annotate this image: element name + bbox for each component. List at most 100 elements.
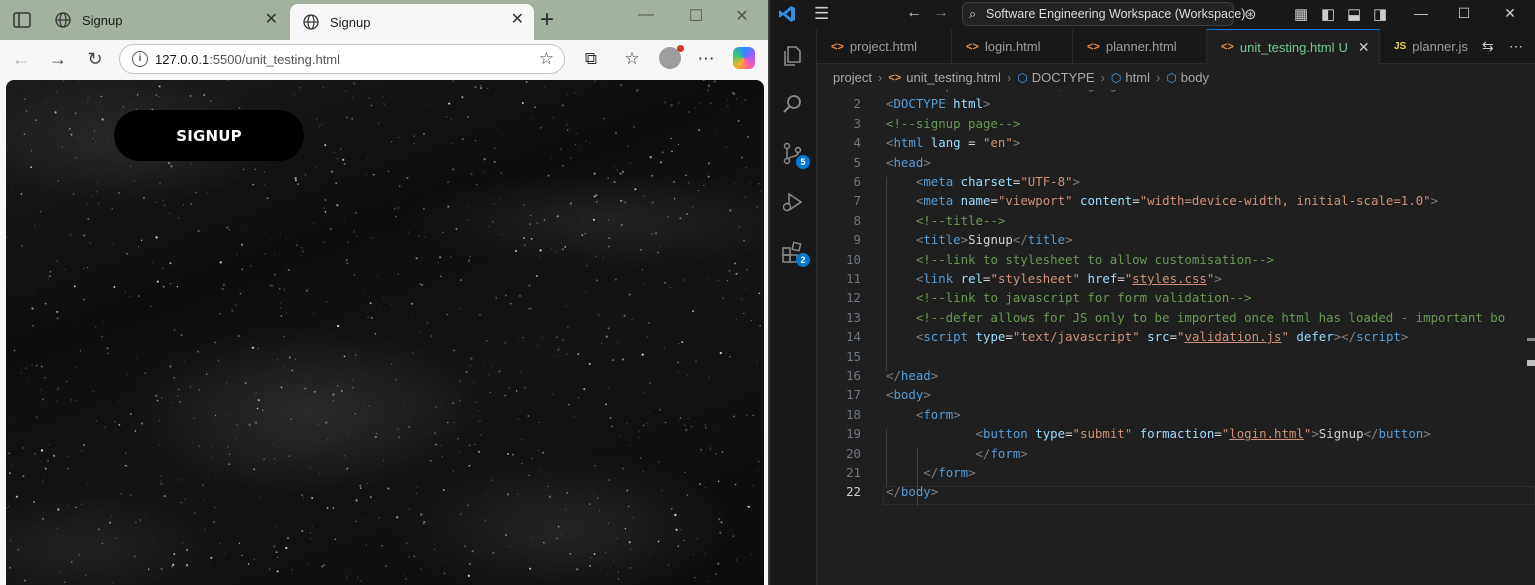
editor-tab-unit-testing[interactable]: <> unit_testing.html U ✕ — [1207, 29, 1380, 64]
code-token: Signup — [1318, 426, 1364, 442]
browser-window: Signup ✕ Signup ✕ + — ☐ ✕ ← → ↻ i 127.0.… — [0, 0, 768, 585]
code-line: <title>Signup</title> — [886, 230, 1073, 249]
code-token: </ — [886, 484, 901, 500]
code-token: html — [893, 135, 924, 151]
code-line: <body> — [886, 385, 931, 404]
url-host: 127.0.0.1 — [155, 52, 210, 67]
code-line: <!--link to javascript for form validati… — [886, 288, 1252, 307]
html-file-icon: <> — [966, 40, 979, 53]
line-number: 22 — [846, 484, 861, 500]
code-token: = — [1132, 193, 1140, 209]
code-token: title — [923, 232, 961, 248]
code-line: </head> — [886, 366, 938, 385]
back-icon[interactable]: ← — [10, 49, 32, 70]
editor-tab-planner[interactable]: <> planner.html — [1073, 29, 1207, 64]
extensions-icon[interactable]: 2 — [780, 239, 810, 267]
scrollbar-marker[interactable] — [1527, 360, 1535, 366]
more-options-icon[interactable]: ⋯ — [695, 49, 717, 69]
browser-tab-2-active[interactable]: Signup ✕ — [290, 4, 534, 40]
line-number: 18 — [846, 406, 861, 422]
search-icon[interactable] — [780, 91, 806, 117]
code-token: Signup — [968, 232, 1013, 248]
code-token: > — [1423, 426, 1431, 442]
minimize-icon[interactable]: — — [1406, 5, 1436, 21]
favorite-star-icon[interactable]: ☆ — [539, 49, 554, 69]
open-changes-icon[interactable]: ⇆ — [1482, 38, 1494, 55]
copilot-icon[interactable] — [733, 47, 755, 69]
run-debug-icon[interactable] — [780, 189, 806, 215]
globe-icon — [55, 12, 71, 28]
browser-tab-1[interactable]: Signup ✕ — [42, 4, 288, 36]
activity-bar: 5 2 — [770, 29, 817, 585]
line-number: 6 — [853, 174, 861, 189]
code-token[interactable]: styles.css — [1132, 271, 1207, 286]
code-token[interactable]: login.html — [1229, 426, 1304, 441]
breadcrumb-item[interactable]: DOCTYPE — [1032, 70, 1095, 85]
close-tab-icon[interactable]: ✕ — [1358, 39, 1370, 56]
refresh-icon[interactable]: ↻ — [84, 49, 106, 70]
forward-icon[interactable]: → — [933, 4, 949, 22]
url-text[interactable]: 127.0.0.1:5500/unit_testing.html — [155, 52, 340, 67]
code-token: link — [923, 271, 954, 286]
maximize-icon[interactable]: ☐ — [681, 6, 711, 26]
close-window-icon[interactable]: ✕ — [1495, 5, 1525, 22]
command-center[interactable]: ⌕ Software Engineering Workspace (Worksp… — [962, 2, 1245, 26]
new-tab-icon[interactable]: + — [540, 6, 554, 34]
copilot-chat-icon[interactable]: ⊛ — [1244, 5, 1257, 23]
code-line: </form> — [886, 444, 1028, 463]
minimize-icon[interactable]: — — [631, 6, 661, 24]
extensions-icon[interactable]: ⧉ — [580, 49, 602, 69]
chevron-right-icon: › — [1155, 70, 1161, 85]
code-token: meta — [923, 174, 954, 189]
code-token: = — [960, 135, 984, 151]
explorer-icon[interactable] — [780, 43, 806, 69]
breadcrumb-item[interactable]: body — [1181, 70, 1209, 85]
code-line: <script type="text/javascript" src="vali… — [886, 327, 1409, 346]
code-editor[interactable]: 12345678910111213141516171819202122 <!--… — [817, 90, 1535, 585]
forward-icon[interactable]: → — [47, 49, 69, 70]
breadcrumb-item[interactable]: html — [1125, 70, 1150, 85]
search-icon: ⌕ — [969, 6, 977, 21]
code-token: > — [960, 232, 969, 248]
site-info-icon[interactable]: i — [132, 51, 148, 67]
code-token: = — [990, 193, 998, 209]
favorites-icon[interactable]: ☆ — [621, 49, 643, 69]
code-token: > — [923, 154, 931, 170]
close-tab-icon[interactable]: ✕ — [265, 11, 278, 29]
code-token: charset — [960, 174, 1013, 189]
code-token: body — [893, 387, 924, 403]
editor-tabs: <> project.html <> login.html <> planner… — [817, 29, 1535, 64]
code-token[interactable]: validation.js — [1184, 329, 1281, 344]
address-bar[interactable]: i 127.0.0.1:5500/unit_testing.html ☆ — [119, 44, 565, 74]
close-tab-icon[interactable]: ✕ — [511, 11, 524, 29]
line-number: 12 — [846, 290, 861, 306]
toggle-secondary-sidebar-icon[interactable]: ◨ — [1373, 5, 1387, 23]
profile-avatar[interactable] — [659, 45, 684, 69]
code-token: > — [1012, 135, 1021, 151]
close-window-icon[interactable]: ✕ — [727, 6, 757, 26]
editor-tab-project[interactable]: <> project.html — [817, 29, 952, 64]
tab-actions-icon[interactable] — [12, 10, 32, 30]
code-line: </body> — [886, 482, 938, 501]
editor-tab-login[interactable]: <> login.html — [952, 29, 1073, 64]
toggle-panel-icon[interactable]: ⬓ — [1347, 5, 1361, 23]
breadcrumb-item[interactable]: unit_testing.html — [906, 70, 1001, 85]
customize-layout-icon[interactable]: ▦ — [1294, 5, 1308, 23]
code-token: "submit" — [1072, 426, 1133, 442]
more-actions-icon[interactable]: ⋯ — [1509, 38, 1523, 55]
code-token: > — [1214, 271, 1222, 286]
toggle-primary-sidebar-icon[interactable]: ◧ — [1321, 5, 1335, 23]
line-number: 19 — [846, 426, 861, 442]
maximize-icon[interactable]: ☐ — [1449, 5, 1479, 22]
line-number: 9 — [853, 232, 861, 248]
menu-icon[interactable]: ☰ — [814, 4, 829, 24]
breadcrumb-item[interactable]: project — [833, 70, 872, 85]
code-token: ></ — [1333, 329, 1357, 345]
signup-button[interactable]: SIGNUP — [114, 110, 304, 161]
editor-tab-planner-js[interactable]: JS planner.js — [1380, 29, 1480, 64]
source-control-icon[interactable]: 5 — [780, 141, 810, 169]
back-icon[interactable]: ← — [906, 4, 922, 22]
